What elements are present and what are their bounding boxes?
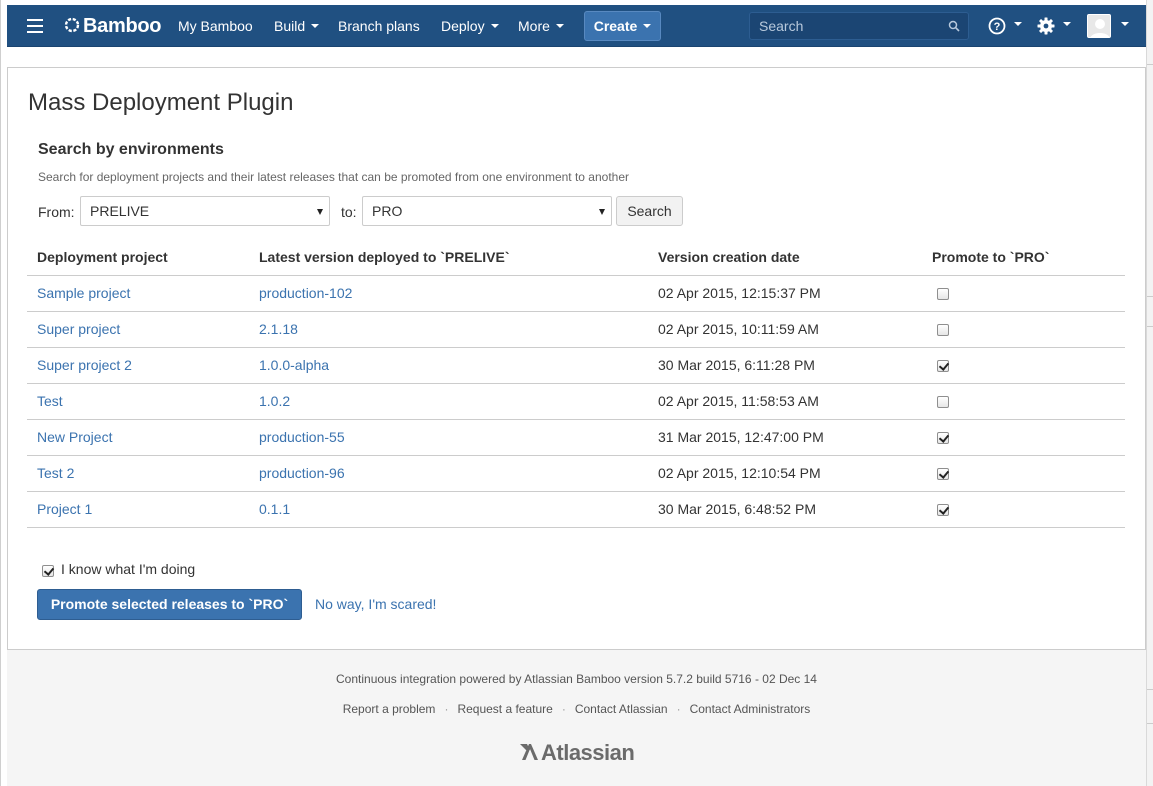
confirm-checkbox[interactable] xyxy=(42,562,54,578)
version-date: 02 Apr 2015, 12:15:37 PM xyxy=(648,275,922,312)
page-title: Mass Deployment Plugin xyxy=(28,89,294,116)
confirm-label: I know what I'm doing xyxy=(61,561,196,577)
footer-link-contact-atlassian[interactable]: Contact Atlassian xyxy=(575,702,668,716)
nav-build[interactable]: Build xyxy=(274,5,320,47)
version-link[interactable]: 1.0.0-alpha xyxy=(259,357,329,373)
column-header-version: Latest version deployed to `PRELIVE` xyxy=(249,240,648,276)
promote-button[interactable]: Promote selected releases to `PRO` xyxy=(37,589,302,620)
background-window-edge xyxy=(1146,0,1153,786)
quick-search[interactable] xyxy=(749,12,969,40)
menu-icon[interactable] xyxy=(27,19,43,33)
atlassian-logo[interactable]: Atlassian xyxy=(519,740,635,768)
nav-deploy[interactable]: Deploy xyxy=(441,5,499,47)
bamboo-logo-icon xyxy=(64,17,80,32)
to-label: to: xyxy=(341,204,357,220)
nav-branch-plans[interactable]: Branch plans xyxy=(338,5,420,47)
version-date: 02 Apr 2015, 11:58:53 AM xyxy=(648,383,922,420)
cancel-link[interactable]: No way, I'm scared! xyxy=(315,596,436,612)
main-content: Mass Deployment Plugin Search by environ… xyxy=(7,67,1146,650)
create-button[interactable]: Create xyxy=(584,11,661,41)
project-link[interactable]: Project 1 xyxy=(37,501,92,517)
version-link[interactable]: production-102 xyxy=(259,285,352,301)
section-title: Search by environments xyxy=(38,141,224,158)
footer-links: Report a problem · Request a feature · Conta… xyxy=(342,702,811,716)
version-link[interactable]: 0.1.1 xyxy=(259,501,290,517)
chevron-down-icon xyxy=(555,24,564,29)
project-link[interactable]: Super project 2 xyxy=(37,357,132,373)
version-date: 02 Apr 2015, 10:11:59 AM xyxy=(648,311,922,348)
project-link[interactable]: Test 2 xyxy=(37,465,74,481)
chevron-down-icon xyxy=(311,24,320,29)
svg-text:?: ? xyxy=(994,21,1001,33)
column-header-promote: Promote to `PRO` xyxy=(922,240,1125,276)
version-date: 02 Apr 2015, 12:10:54 PM xyxy=(648,455,922,492)
settings-icon[interactable] xyxy=(1037,17,1055,35)
table-row: Super project 2.1.18 02 Apr 2015, 10:11:59… xyxy=(27,311,1125,348)
search-button[interactable]: Search xyxy=(616,196,683,226)
version-date: 30 Mar 2015, 6:48:52 PM xyxy=(648,491,922,528)
footer: Continuous integration powered by Atlass… xyxy=(7,650,1146,786)
to-environment-select[interactable]: PRO xyxy=(362,196,612,226)
top-nav-bar: Bamboo My Bamboo Build Branch plans Depl… xyxy=(7,5,1146,47)
promote-checkbox[interactable] xyxy=(937,396,949,409)
column-header-date: Version creation date xyxy=(648,240,922,276)
version-link[interactable]: production-55 xyxy=(259,429,345,445)
releases-table: Deployment project Latest version deploy… xyxy=(27,240,1125,528)
footer-link-contact-admins[interactable]: Contact Administrators xyxy=(690,702,811,716)
table-row: New Project production-55 31 Mar 2015, 12:… xyxy=(27,419,1125,456)
chevron-down-icon[interactable] xyxy=(1014,22,1022,26)
project-link[interactable]: Test xyxy=(37,393,63,409)
table-row: Sample project production-102 02 Apr 2015,… xyxy=(27,275,1125,312)
version-date: 31 Mar 2015, 12:47:00 PM xyxy=(648,419,922,456)
search-icon[interactable] xyxy=(948,20,960,32)
avatar[interactable] xyxy=(1087,14,1111,38)
table-row: Super project 2 1.0.0-alpha 30 Mar 2015, 6… xyxy=(27,347,1125,384)
table-row: Test 1.0.2 02 Apr 2015, 11:58:53 AM xyxy=(27,383,1125,420)
promote-checkbox[interactable] xyxy=(937,504,949,517)
dropdown-arrow-icon xyxy=(317,209,323,215)
version-link[interactable]: 2.1.18 xyxy=(259,321,298,337)
dropdown-arrow-icon xyxy=(599,209,605,215)
promote-checkbox[interactable] xyxy=(937,324,949,337)
version-link[interactable]: 1.0.2 xyxy=(259,393,290,409)
version-link[interactable]: production-96 xyxy=(259,465,345,481)
chevron-down-icon xyxy=(490,24,499,29)
section-description: Search for deployment projects and their… xyxy=(38,170,629,184)
promote-checkbox[interactable] xyxy=(937,432,949,445)
project-link[interactable]: New Project xyxy=(37,429,112,445)
logo-text: Bamboo xyxy=(83,15,162,37)
table-header-row: Deployment project Latest version deploy… xyxy=(27,240,1125,276)
help-icon[interactable]: ? xyxy=(988,17,1006,35)
bamboo-logo[interactable]: Bamboo xyxy=(63,5,162,47)
chevron-down-icon[interactable] xyxy=(1121,22,1129,26)
powered-by-text: Continuous integration powered by Atlass… xyxy=(336,672,817,686)
chevron-down-icon xyxy=(643,24,652,29)
from-environment-select[interactable]: PRELIVE xyxy=(80,196,330,226)
user-icon xyxy=(1090,19,1110,37)
promote-checkbox[interactable] xyxy=(937,360,949,373)
column-header-project: Deployment project xyxy=(27,240,249,276)
table-row: Test 2 production-96 02 Apr 2015, 12:10:54… xyxy=(27,455,1125,492)
nav-more[interactable]: More xyxy=(518,5,564,47)
nav-my-bamboo[interactable]: My Bamboo xyxy=(178,5,253,47)
footer-link-report-problem[interactable]: Report a problem xyxy=(343,702,436,716)
project-link[interactable]: Sample project xyxy=(37,285,130,301)
project-link[interactable]: Super project xyxy=(37,321,120,337)
atlassian-logo-icon xyxy=(520,744,538,761)
table-row: Project 1 0.1.1 30 Mar 2015, 6:48:52 PM xyxy=(27,491,1125,528)
promote-checkbox[interactable] xyxy=(937,288,949,301)
chevron-down-icon[interactable] xyxy=(1063,22,1071,26)
promote-checkbox[interactable] xyxy=(937,468,949,481)
version-date: 30 Mar 2015, 6:11:28 PM xyxy=(648,347,922,384)
from-label: From: xyxy=(38,204,75,220)
footer-link-request-feature[interactable]: Request a feature xyxy=(457,702,552,716)
search-input[interactable] xyxy=(750,13,940,39)
